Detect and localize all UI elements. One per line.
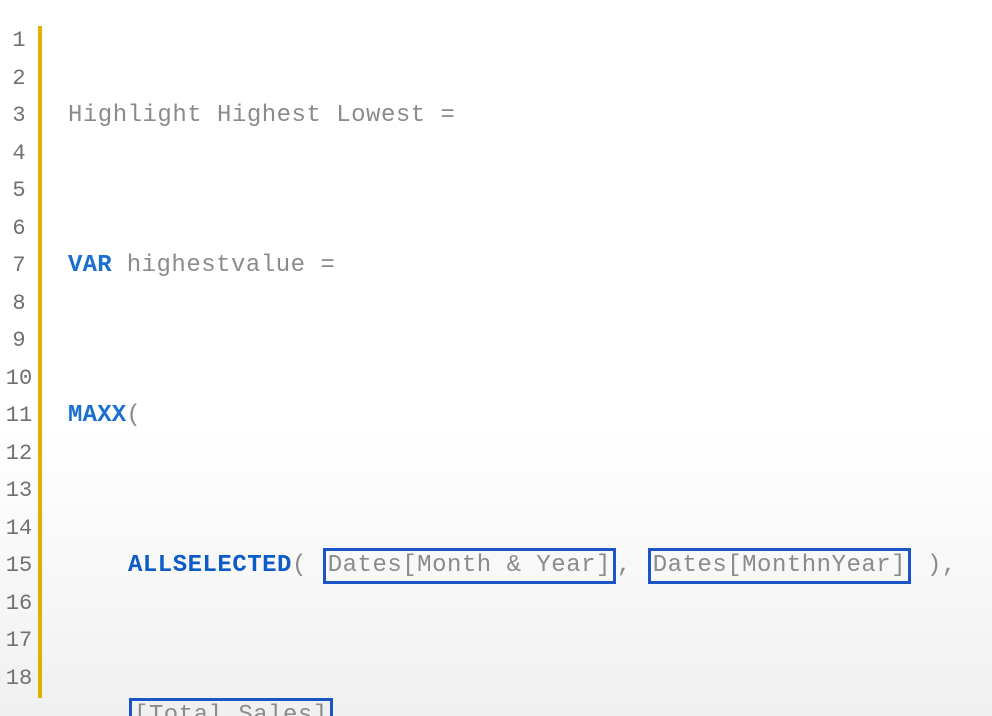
column-ref-boxed[interactable]: Dates[Month & Year] xyxy=(323,548,616,584)
dax-editor[interactable]: 1 2 3 4 5 6 7 8 9 10 11 12 13 14 15 16 1… xyxy=(0,0,992,716)
line-number: 1 xyxy=(0,22,38,60)
function-allselected: ALLSELECTED xyxy=(128,552,292,579)
paren: ( xyxy=(126,402,141,429)
line-number: 7 xyxy=(0,247,38,285)
line-number: 12 xyxy=(0,435,38,473)
column-ref-boxed[interactable]: Dates[MonthnYear] xyxy=(648,548,911,584)
line-number: 3 xyxy=(0,97,38,135)
line-number: 16 xyxy=(0,585,38,623)
code-area[interactable]: Highlight Highest Lowest = VAR highestva… xyxy=(42,0,992,716)
measure-name: Highlight Highest Lowest = xyxy=(68,102,455,129)
line-number: 13 xyxy=(0,472,38,510)
function-maxx: MAXX xyxy=(68,402,126,429)
keyword-var: VAR xyxy=(68,252,112,279)
line-number: 9 xyxy=(0,322,38,360)
line-number: 14 xyxy=(0,510,38,548)
line-number: 15 xyxy=(0,547,38,585)
paren: ( xyxy=(292,552,322,579)
line-number: 5 xyxy=(0,172,38,210)
line-number: 4 xyxy=(0,135,38,173)
comma: , xyxy=(617,552,647,579)
line-number: 8 xyxy=(0,285,38,323)
line-number: 10 xyxy=(0,360,38,398)
line-number: 11 xyxy=(0,397,38,435)
identifier: highestvalue = xyxy=(112,252,336,279)
paren-close: ), xyxy=(912,552,957,579)
measure-ref-boxed[interactable]: [Total Sales] xyxy=(129,698,333,716)
line-number: 18 xyxy=(0,660,38,698)
code-line[interactable]: VAR highestvalue = xyxy=(68,247,992,285)
code-line[interactable]: MAXX( xyxy=(68,397,992,435)
line-number-gutter: 1 2 3 4 5 6 7 8 9 10 11 12 13 14 15 16 1… xyxy=(0,0,38,716)
line-number: 6 xyxy=(0,210,38,248)
line-number: 2 xyxy=(0,60,38,98)
line-number: 17 xyxy=(0,622,38,660)
code-line[interactable]: Highlight Highest Lowest = xyxy=(68,97,992,135)
code-line[interactable]: [Total Sales] xyxy=(68,697,992,716)
code-line[interactable]: ALLSELECTED( Dates[Month & Year], Dates[… xyxy=(68,547,992,585)
